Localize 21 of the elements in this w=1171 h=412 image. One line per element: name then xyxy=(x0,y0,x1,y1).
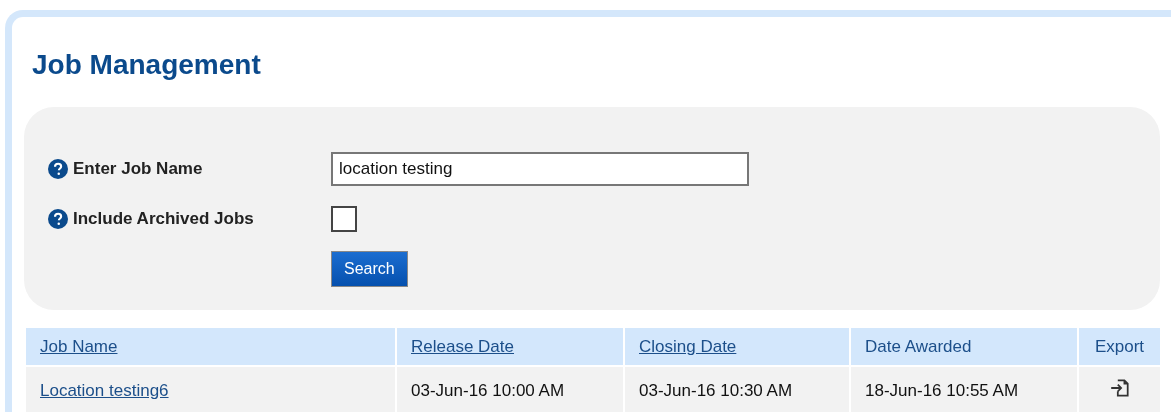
sort-link[interactable]: Closing Date xyxy=(639,336,737,356)
help-icon[interactable] xyxy=(48,159,68,179)
table-cell: 03-Jun-16 10:30 AM xyxy=(624,366,850,412)
job-link[interactable]: Location testing6 xyxy=(40,380,169,400)
sort-link[interactable]: Release Date xyxy=(411,336,514,356)
archived-label: Include Archived Jobs xyxy=(73,209,254,229)
table-cell: 18-Jun-16 10:55 AM xyxy=(850,366,1078,412)
column-header[interactable]: Job Name xyxy=(26,328,396,366)
search-button[interactable]: Search xyxy=(331,251,408,287)
archived-checkbox[interactable] xyxy=(331,206,357,232)
column-header[interactable]: Release Date xyxy=(396,328,624,366)
job-name-field[interactable]: location testing xyxy=(331,152,749,186)
sort-link[interactable]: Job Name xyxy=(40,336,118,356)
job-name-label: Enter Job Name xyxy=(73,159,203,179)
export-icon[interactable] xyxy=(1108,377,1131,399)
table-cell: 03-Jun-16 10:00 AM xyxy=(396,366,624,412)
column-header: Date Awarded xyxy=(850,328,1078,366)
page-title: Job Management xyxy=(32,49,261,81)
column-header[interactable]: Closing Date xyxy=(624,328,850,366)
column-header: Export xyxy=(1078,328,1161,366)
help-icon[interactable] xyxy=(48,209,68,229)
